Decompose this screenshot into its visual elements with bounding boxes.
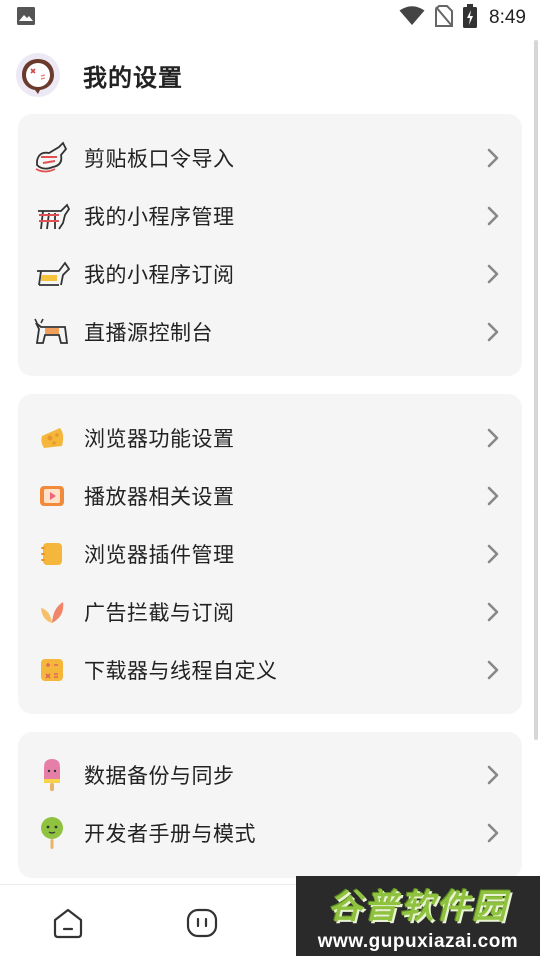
doodle-sheep-icon xyxy=(32,254,72,294)
chevron-right-icon xyxy=(486,205,500,227)
page-header: 我的设置 xyxy=(16,52,183,98)
menu-item-label: 我的小程序订阅 xyxy=(84,263,235,287)
menu-item-label: 数据备份与同步 xyxy=(84,764,235,788)
menu-item-label: 下载器与线程自定义 xyxy=(84,659,278,683)
menu-item-label: 广告拦截与订阅 xyxy=(84,601,235,625)
chevron-right-icon xyxy=(486,427,500,449)
no-sim-icon xyxy=(435,5,454,31)
menu-item-live-console[interactable]: 直播源控制台 xyxy=(18,303,522,361)
menu-item-downloader[interactable]: 下载器与线程自定义 xyxy=(18,641,522,699)
menu-item-adblock[interactable]: 广告拦截与订阅 xyxy=(18,583,522,641)
leaf-icon xyxy=(32,592,72,632)
lollipop-icon xyxy=(32,813,72,853)
chevron-right-icon xyxy=(486,321,500,343)
cartoon-face-avatar xyxy=(22,59,54,94)
watermark-url: www.gupuxiazai.com xyxy=(317,931,519,952)
menu-item-miniapp-manage[interactable]: 我的小程序管理 xyxy=(18,187,522,245)
menu-item-clipboard-import[interactable]: 剪贴板口令导入 xyxy=(18,129,522,187)
watermark-logo: 谷普软件园 xyxy=(328,886,508,927)
chevron-right-icon xyxy=(486,822,500,844)
chevron-right-icon xyxy=(486,764,500,786)
calculator-icon xyxy=(32,650,72,690)
menu-item-label: 直播源控制台 xyxy=(84,321,213,345)
menu-item-label: 开发者手册与模式 xyxy=(84,822,256,846)
settings-group-tools: 剪贴板口令导入 我的小程序管理 我的小程序订阅 直播源控制台 xyxy=(18,114,522,376)
menu-item-backup-sync[interactable]: 数据备份与同步 xyxy=(18,746,522,804)
menu-item-player-settings[interactable]: 播放器相关设置 xyxy=(18,467,522,525)
chevron-right-icon xyxy=(486,601,500,623)
battery-charging-icon xyxy=(463,4,478,32)
menu-item-developer-mode[interactable]: 开发者手册与模式 xyxy=(18,804,522,862)
doodle-goat-icon xyxy=(32,196,72,236)
avatar[interactable] xyxy=(16,53,60,97)
menu-item-label: 播放器相关设置 xyxy=(84,485,235,509)
chevron-right-icon xyxy=(486,659,500,681)
popsicle-icon xyxy=(32,755,72,795)
wifi-icon xyxy=(399,6,425,30)
doodle-cow-icon xyxy=(32,312,72,352)
notebook-icon xyxy=(32,534,72,574)
image-icon xyxy=(16,6,36,30)
chevron-right-icon xyxy=(486,543,500,565)
chevron-right-icon xyxy=(486,263,500,285)
watermark: 谷普软件园 www.gupuxiazai.com xyxy=(296,876,540,956)
menu-item-label: 我的小程序管理 xyxy=(84,205,235,229)
menu-item-plugin-manage[interactable]: 浏览器插件管理 xyxy=(18,525,522,583)
menu-item-label: 浏览器功能设置 xyxy=(84,427,235,451)
video-player-icon xyxy=(32,476,72,516)
cheese-icon xyxy=(32,418,72,458)
chevron-right-icon xyxy=(486,485,500,507)
menu-item-browser-settings[interactable]: 浏览器功能设置 xyxy=(18,409,522,467)
settings-group-browser: 浏览器功能设置 播放器相关设置 浏览器插件管理 广告拦截与订阅 下载器与线程自定… xyxy=(18,394,522,714)
menu-item-label: 浏览器插件管理 xyxy=(84,543,235,567)
chat-icon[interactable] xyxy=(182,903,222,943)
settings-group-data: 数据备份与同步 开发者手册与模式 xyxy=(18,732,522,878)
page-title: 我的设置 xyxy=(83,63,183,92)
scrollbar[interactable] xyxy=(534,40,538,740)
chevron-right-icon xyxy=(486,147,500,169)
doodle-animal-icon xyxy=(32,138,72,178)
menu-item-label: 剪贴板口令导入 xyxy=(84,147,235,171)
menu-item-miniapp-subscribe[interactable]: 我的小程序订阅 xyxy=(18,245,522,303)
home-icon[interactable] xyxy=(48,903,88,943)
status-time: 8:49 xyxy=(489,7,526,28)
status-bar: 8:49 xyxy=(0,0,540,36)
